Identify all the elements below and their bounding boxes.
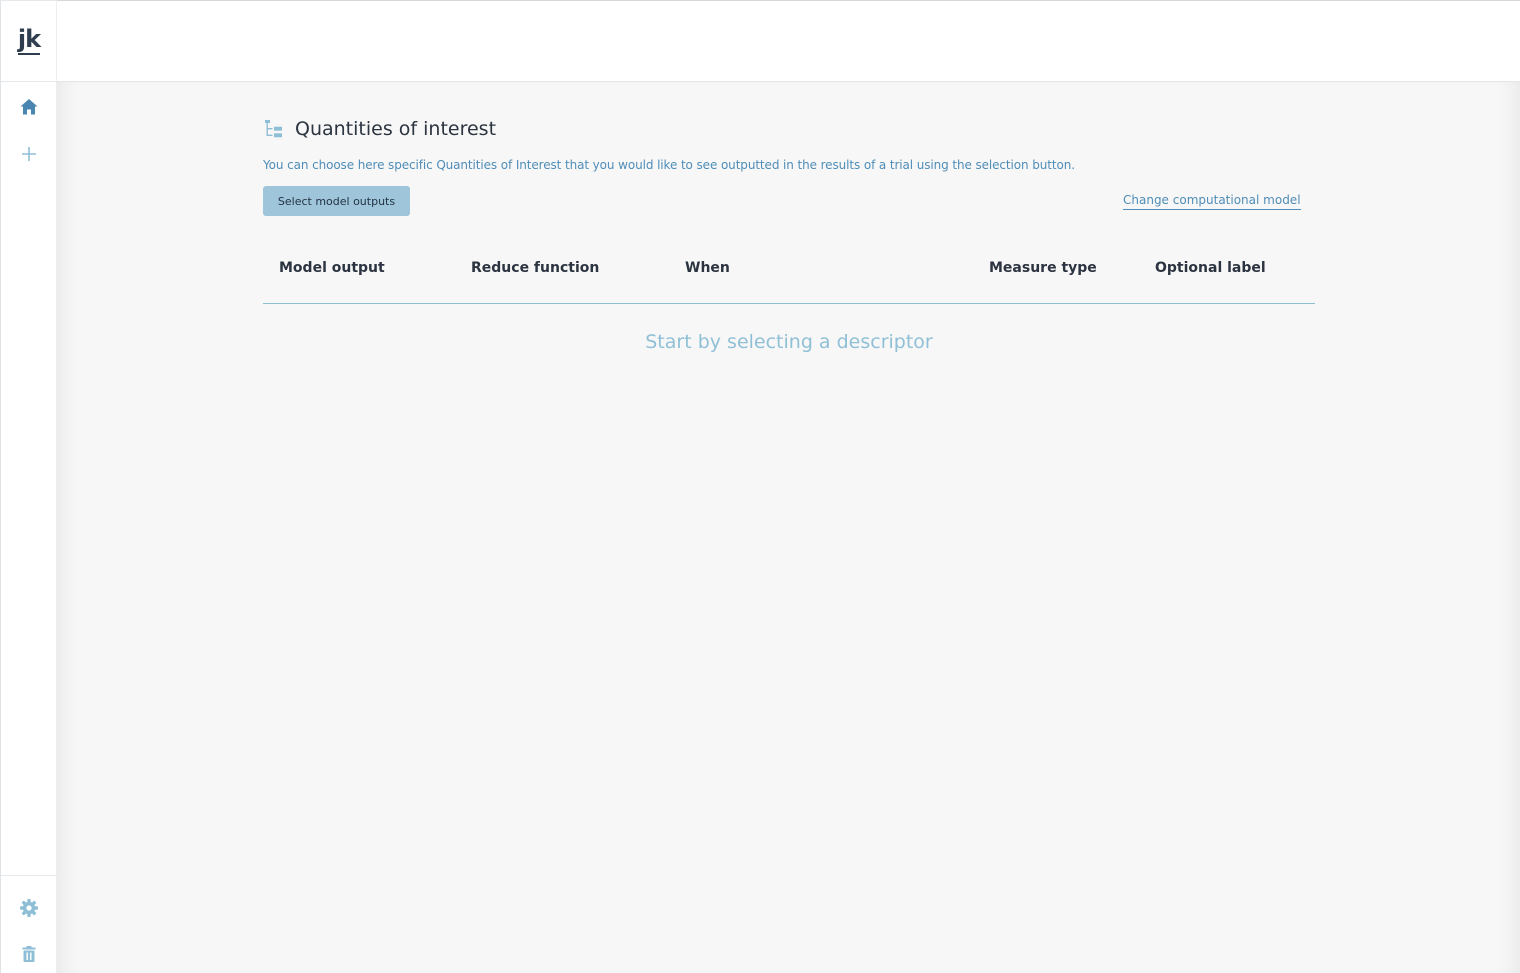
column-header-model-output: Model output <box>279 260 385 276</box>
sidebar-item-home[interactable] <box>17 95 41 119</box>
app-window: jk Quantities of interest You can choose… <box>0 0 1520 973</box>
column-header-reduce-function: Reduce function <box>471 260 600 276</box>
column-header-optional-label: Optional label <box>1155 260 1266 276</box>
home-icon <box>20 99 38 115</box>
gear-icon <box>20 899 38 917</box>
sidebar-item-trash[interactable] <box>17 942 41 966</box>
sidebar-item-add[interactable] <box>17 142 41 166</box>
plus-icon <box>22 147 36 161</box>
column-header-when: When <box>685 260 730 276</box>
empty-state-message: Start by selecting a descriptor <box>645 331 933 353</box>
sidebar: jk <box>0 0 57 973</box>
column-header-measure-type: Measure type <box>989 260 1097 276</box>
logo[interactable]: jk <box>1 1 57 82</box>
trash-icon <box>22 946 36 962</box>
qoi-table-header: Model output Reduce function When Measur… <box>263 236 1315 304</box>
tree-list-icon <box>265 120 282 138</box>
top-header <box>57 0 1520 82</box>
sidebar-bottom <box>1 875 57 973</box>
sidebar-item-settings[interactable] <box>17 896 41 920</box>
page-title: Quantities of interest <box>295 118 497 140</box>
title-row: Quantities of interest <box>263 118 496 140</box>
main-content: Quantities of interest You can choose he… <box>57 82 1520 973</box>
page-description: You can choose here specific Quantities … <box>263 158 1075 172</box>
logo-text: jk <box>17 25 41 55</box>
change-computational-model-link[interactable]: Change computational model <box>1123 193 1301 210</box>
select-model-outputs-button[interactable]: Select model outputs <box>263 186 410 216</box>
